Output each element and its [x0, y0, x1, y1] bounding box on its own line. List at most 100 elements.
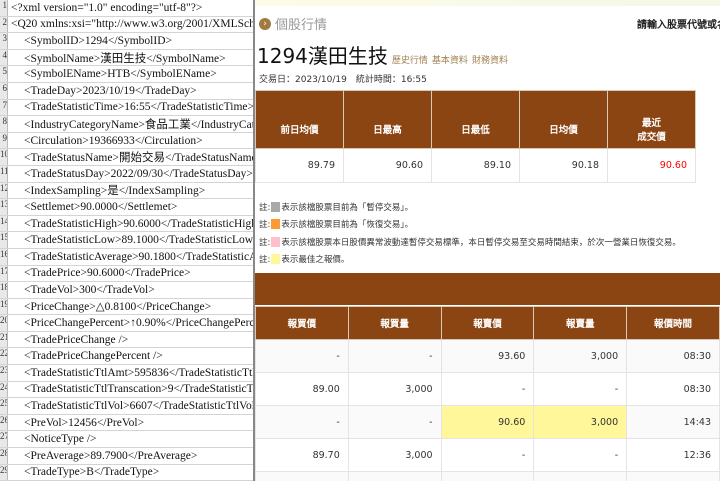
xml-line: 16 <TradeStatisticAverage>90.1800</TradeS… — [0, 248, 253, 266]
color-swatch — [271, 236, 281, 247]
table-row: - -90.60 3,000 14:43 — [255, 405, 720, 439]
stock-title: 1294漢田生技 — [257, 44, 388, 68]
row-number: 2 — [0, 16, 8, 33]
quote-header: 報賣價 — [440, 306, 535, 340]
xml-line: 5 <SymbolEName>HTB</SymbolEName> — [0, 66, 253, 83]
row-number: 19 — [0, 298, 8, 315]
summary-value: 90.18 — [519, 148, 608, 183]
link-financials[interactable]: 財務資料 — [472, 53, 508, 66]
xml-line: 23 <TradeStatisticTtlAmt>595836</TradeSta… — [0, 365, 253, 382]
xml-line: 24 <TradeStatisticTtlTranscation>9</Trade… — [0, 381, 253, 399]
summary-value: 89.79 — [255, 148, 344, 183]
xml-line: 2 <Q20 xmlns:xsi="http://www.w3.org/2001/… — [0, 16, 253, 34]
xml-line: 14 <TradeStatisticHigh>90.6000</TradeStat… — [0, 215, 253, 233]
xml-text: <PreAverage>89.7900</PreAverage> — [24, 449, 198, 462]
xml-text: <PriceChangePercent>↑0.90%</PriceChangeP… — [24, 317, 253, 330]
note-text: 表示該檔股票目前為「暫停交易」。 — [281, 202, 414, 213]
row-number: 26 — [0, 414, 8, 431]
xml-text: <PreVol>12456</PreVol> — [24, 416, 145, 429]
row-number: 28 — [0, 448, 8, 464]
section-title: 個股行情 — [275, 18, 328, 33]
xml-line: 25 <TradeStatisticTtlVol>6607</TradeStati… — [0, 398, 253, 415]
legend-note: 註: 表示該檔股票目前為「暫停交易」。 — [259, 198, 681, 216]
row-number: 8 — [0, 116, 8, 132]
note-prefix: 註: — [259, 255, 271, 266]
row-number: 15 — [0, 232, 8, 248]
xml-text: <SymbolEName>HTB</SymbolEName> — [24, 68, 217, 81]
row-number: 29 — [0, 464, 8, 481]
xml-line: 3 <SymbolID>1294</SymbolID> — [0, 33, 253, 50]
quote-cell — [440, 471, 535, 481]
quote-cell — [347, 471, 442, 481]
row-number: 21 — [0, 331, 8, 348]
color-swatch — [271, 254, 281, 265]
summary-header: 日最高 — [343, 90, 432, 149]
xml-text: <SymbolID>1294</SymbolID> — [24, 34, 172, 47]
quote-header: 報買價 — [255, 306, 349, 340]
xml-text: <?xml version="1.0" encoding="utf-8"?> — [11, 1, 203, 14]
xml-line: 13 <Settlemet>90.0000</Settlemet> — [0, 199, 253, 216]
row-number: 10 — [0, 149, 8, 165]
xml-line: 19 <PriceChange>△0.8100</PriceChange> — [0, 298, 253, 316]
xml-line: 27 <NoticeType /> — [0, 431, 253, 449]
quote-cell: - — [255, 405, 349, 439]
quote-cell: - — [255, 339, 349, 373]
xml-line: 15 <TradeStatisticLow>89.1000</TradeStati… — [0, 232, 253, 249]
quote-cell — [255, 471, 349, 481]
xml-text: <TradeStatisticTtlAmt>595836</TradeStati… — [24, 366, 253, 379]
summary-header: 日最低 — [431, 90, 520, 149]
quote-header: 報買量 — [347, 306, 442, 340]
xml-text: <TradeStatisticLow>89.1000</TradeStatist… — [24, 234, 253, 247]
row-number: 25 — [0, 398, 8, 414]
summary-header: 日均價 — [519, 90, 608, 149]
quote-header: 報賣量 — [533, 306, 628, 340]
quote-cell: 08:30 — [626, 339, 720, 373]
xml-text: <TradePriceChange /> — [24, 333, 129, 346]
quote-cell: - — [347, 339, 442, 373]
row-number: 20 — [0, 315, 8, 331]
quote-cell: 89.00 — [255, 372, 349, 406]
quote-cell: - — [347, 405, 442, 439]
xml-line: 22 <TradePriceChangePercent /> — [0, 348, 253, 366]
table-banner — [255, 273, 720, 305]
xml-line: 12 <IndexSampling>是</IndexSampling> — [0, 182, 253, 200]
xml-line: 28 <PreAverage>89.7900</PreAverage> — [0, 448, 253, 465]
row-number: 9 — [0, 132, 8, 149]
table-row: 89.00 3,000- -08:30 — [255, 372, 720, 406]
xml-line: 20 <PriceChangePercent>↑0.90%</PriceChang… — [0, 315, 253, 332]
row-number: 5 — [0, 66, 8, 82]
summary-header: 最近 成交價 — [607, 90, 696, 149]
note-prefix: 註: — [259, 220, 271, 231]
summary-value: 90.60 — [607, 148, 696, 183]
xml-text: <TradeStatisticAverage>90.1800</TradeSta… — [24, 250, 253, 263]
table-row: - -93.60 3,000 08:30 — [255, 339, 720, 373]
quote-header: 報價時間 — [626, 306, 720, 340]
xml-source-pane: 1 <?xml version="1.0" encoding="utf-8"?> 2… — [0, 0, 253, 481]
table-row — [255, 471, 720, 481]
legend-note: 註: 表示最佳之報價。 — [259, 251, 681, 269]
link-history[interactable]: 歷史行情 — [392, 53, 428, 66]
quote-cell: 08:30 — [626, 372, 720, 406]
summary-table: 前日均價 日最高 日最低 日均價 最近 成交價 89.79 90.60 89.10 90.18 9… — [255, 90, 696, 183]
xml-text: <TradeStatusDay>2022/09/30</TradeStatusD… — [24, 167, 253, 180]
xml-text: <NoticeType /> — [24, 433, 97, 446]
link-basic-info[interactable]: 基本資料 — [432, 53, 468, 66]
xml-line: 17 <TradePrice>90.6000</TradePrice> — [0, 265, 253, 283]
xml-line: 7 <TradeStatisticTime>16:55</TradeStatist… — [0, 99, 253, 117]
xml-text: <TradeStatisticTtlVol>6607</TradeStatist… — [24, 400, 253, 413]
row-number: 16 — [0, 248, 8, 265]
row-number: 24 — [0, 381, 8, 398]
note-text: 表示該檔股票本日股價異常波動達暫停交易標準，本日暫停交易至交易時間結束，於次一營… — [281, 237, 681, 248]
table-row: 89.70 3,000- -12:36 — [255, 438, 720, 472]
xml-text: <TradeStatusName>開始交易</TradeStatusName> — [24, 152, 253, 165]
row-number: 12 — [0, 182, 8, 199]
xml-text: <SymbolName>漢田生技</SymbolName> — [24, 52, 226, 65]
color-swatch — [271, 201, 281, 212]
row-number: 3 — [0, 33, 8, 49]
quote-cell: 3,000 — [347, 372, 442, 406]
quote-cell — [533, 471, 628, 481]
xml-line: 4 <SymbolName>漢田生技</SymbolName> — [0, 49, 253, 67]
note-text: 表示最佳之報價。 — [281, 255, 350, 266]
row-number: 27 — [0, 431, 8, 448]
xml-text: <IndexSampling>是</IndexSampling> — [24, 185, 206, 198]
